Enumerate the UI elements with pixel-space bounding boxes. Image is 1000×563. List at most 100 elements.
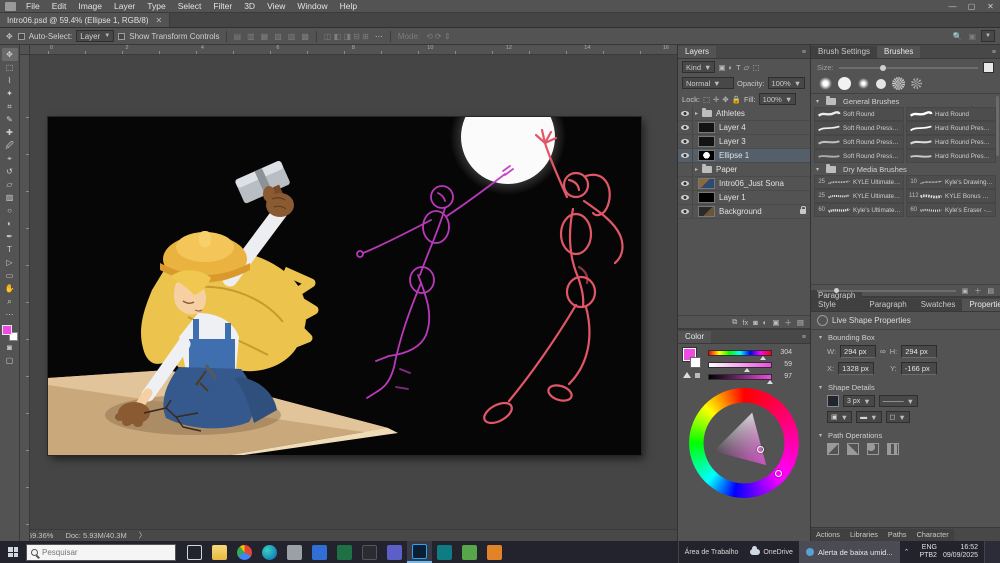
opacity-field[interactable]: 100%▼ [768,77,806,89]
document-tab[interactable]: Intro06.psd @ 59.4% (Ellipse 1, RGB/8) ✕ [0,13,170,27]
subtract-shape-icon[interactable] [847,443,859,455]
filter-type-icon[interactable]: T [736,63,741,72]
lock-all-icon[interactable]: 🔒 [732,95,741,104]
notification-alert[interactable]: Alerta de baixa umid... [799,541,900,563]
collapse-icon[interactable]: ▾ [817,334,824,341]
x-position-field[interactable]: 1328 px [838,362,874,375]
adjustment-layer-icon[interactable]: ◐ [763,318,768,327]
stroke-corner-dropdown[interactable]: ◻▼ [886,411,910,423]
menu-edit[interactable]: Edit [46,1,73,11]
crop-tool[interactable]: ⌗ [2,100,18,113]
task-view-icon[interactable] [187,545,202,560]
quick-mask-icon[interactable]: ◙ [2,341,18,354]
edge-icon[interactable] [262,545,277,560]
lock-transparency-icon[interactable]: ⬚ [703,95,710,104]
path-select-tool[interactable]: ▷ [2,256,18,269]
tab-actions[interactable]: Actions [811,529,845,541]
brush-tool[interactable]: 🖉 [2,139,18,152]
marquee-tool[interactable]: ⬚ [2,61,18,74]
brush-item[interactable]: Soft Round Pressure Size [814,121,904,135]
brush-item[interactable]: Soft Round Pressure Opacity a... [814,149,904,163]
layer-thumbnail[interactable] [698,136,715,147]
layer-row-intro06[interactable]: Intro06_Just Sona [678,177,810,191]
menu-help[interactable]: Help [334,1,363,11]
layer-thumbnail[interactable] [698,206,715,217]
zoom-level-field[interactable]: 59.36% [28,531,53,540]
lock-position-icon[interactable]: ✥ [722,95,728,104]
blend-mode-dropdown[interactable]: Normal▼ [682,77,734,89]
y-position-field[interactable]: -166 px [901,362,937,375]
background-swatch[interactable] [690,357,701,368]
layer-row-layer4[interactable]: Layer 4 [678,121,810,135]
clock-time[interactable]: 16:52 [943,544,978,552]
brush-item[interactable]: 112 KYLE Bonus Chunky Charcoal [906,189,996,203]
tab-paragraph-style[interactable]: Paragraph Style [811,290,862,311]
menu-select[interactable]: Select [172,1,208,11]
panel-menu-icon[interactable]: ≡ [798,49,810,58]
clone-stamp-tool[interactable]: ⌖ [2,152,18,165]
onedrive-tray-item[interactable]: OneDrive [744,549,799,556]
shape-tool[interactable]: ▭ [2,269,18,282]
menu-window[interactable]: Window [291,1,333,11]
visibility-toggle[interactable] [678,135,693,148]
layer-row-layer1[interactable]: Layer 1 [678,191,810,205]
start-button[interactable] [0,541,26,563]
tab-layers[interactable]: Layers [678,46,716,58]
type-tool[interactable]: T [2,243,18,256]
brush-item[interactable]: 60 Kyle's Eraser - Natural Edge [906,203,996,217]
layer-row-paper[interactable]: ▸ Paper [678,163,810,177]
height-field[interactable]: 294 px [901,345,937,358]
new-brush-group-icon[interactable]: ▣ [962,287,969,295]
menu-type[interactable]: Type [141,1,171,11]
app-icon-green[interactable] [462,545,477,560]
hue-value[interactable]: 304 [776,349,792,356]
blur-tool[interactable]: ○ [2,204,18,217]
distribute-icons[interactable]: ◫ ◧ ◨ ⊟ ⊞ [323,32,370,41]
language-indicator[interactable]: ENG [919,544,937,552]
word-icon[interactable] [312,545,327,560]
artwork-canvas[interactable] [48,117,641,455]
menu-view[interactable]: View [261,1,291,11]
tab-brush-settings[interactable]: Brush Settings [811,46,877,58]
group-expand-icon[interactable]: ▸ [693,166,700,173]
clock-date[interactable]: 09/09/2025 [943,552,978,560]
brush-item[interactable]: Hard Round Pressure Size [906,121,996,135]
hard-round-tip-icon[interactable] [838,77,851,90]
filter-kind-dropdown[interactable]: Kind▼ [682,61,715,73]
auto-select-target-dropdown[interactable]: Layer▼ [76,30,114,42]
layer-effects-icon[interactable]: fx [742,318,748,327]
panel-menu-icon[interactable]: ≡ [988,49,1000,58]
brush-preview-toggle[interactable] [983,62,994,73]
filter-adjustment-icon[interactable]: ◐ [729,63,734,72]
align-right-icon[interactable]: ▦ [260,32,270,41]
filter-smart-icon[interactable]: ⬚ [752,63,759,72]
keyboard-indicator[interactable]: PTB2 [919,552,937,560]
brush-item[interactable]: Hard Round [906,107,996,121]
layer-row-athletes[interactable]: ▸ Athletes [678,107,810,121]
tab-swatches[interactable]: Swatches [914,299,963,311]
quick-select-tool[interactable]: ✦ [2,87,18,100]
canvas-area[interactable]: 02 46 810 1214 16 [20,45,677,541]
brush-item[interactable]: 60 Kyle's Ultimate Pastel Palooza [814,203,904,217]
menu-3d[interactable]: 3D [238,1,261,11]
color-swatch-pair[interactable] [683,348,703,374]
tab-brushes[interactable]: Brushes [877,46,920,58]
align-top-icon[interactable]: ▧ [273,32,283,41]
visibility-toggle[interactable] [678,107,693,120]
hue-slider[interactable] [708,350,772,356]
layer-thumbnail[interactable] [698,122,715,133]
new-group-icon[interactable]: ▣ [772,318,779,327]
stroke-width-dropdown[interactable]: 3 px▼ [843,395,875,407]
visibility-toggle[interactable] [678,163,693,176]
workspace-icon[interactable]: ▣ [967,32,977,41]
thumbnail-size-slider[interactable] [817,290,956,292]
width-field[interactable]: 294 px [840,345,876,358]
action-center-button[interactable] [984,541,1000,563]
soft-round-tip-icon[interactable] [819,77,832,90]
filter-image-icon[interactable]: ▣ [718,63,725,72]
color-wheel[interactable] [689,388,799,498]
search-input[interactable] [42,548,152,557]
maximize-button[interactable]: ▢ [962,2,981,11]
search-icon[interactable]: 🔍 [952,32,964,41]
gradient-tool[interactable]: ▨ [2,191,18,204]
